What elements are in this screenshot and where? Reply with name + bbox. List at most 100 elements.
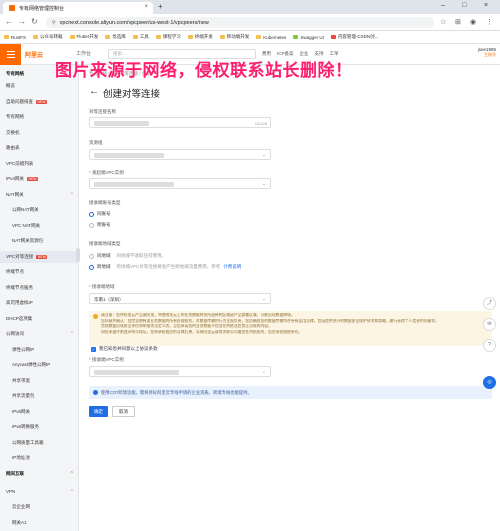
extensions-icon[interactable]: ⊞ (455, 18, 461, 26)
folder-icon (132, 35, 138, 39)
minimize-icon[interactable]: – (441, 2, 445, 9)
bookmark-item[interactable]: RustFS (4, 35, 26, 40)
bookmark-item[interactable]: 内容管理-CSDN创... (330, 34, 378, 40)
close-tab-icon[interactable]: × (144, 4, 148, 10)
chevron-down-icon: ⌄ (261, 151, 266, 158)
chevron-up-icon[interactable]: ⌃ (70, 331, 74, 337)
bookmark-item[interactable]: 移动端开发 (219, 34, 249, 40)
sidebar-item[interactable]: VPC对等连接 NEW (0, 250, 79, 263)
close-window-icon[interactable]: × (484, 2, 488, 9)
folder-icon (155, 35, 161, 39)
confirm-button[interactable]: 确定 (89, 406, 108, 417)
cancel-button[interactable]: 取消 (112, 406, 135, 417)
menu-icon[interactable] (0, 44, 21, 65)
radio-same-account[interactable]: 同账号 (89, 211, 111, 217)
browser-tab[interactable]: 专有网络管理控制台 × (3, 2, 153, 14)
sidebar-item[interactable]: IPv4网关 NEW (0, 173, 79, 185)
initiator-vpc-label: * 发起端VPC实例 (89, 170, 124, 175)
sidebar-item[interactable]: NAT网关资源包 (0, 235, 79, 247)
chevron-up-icon[interactable]: ⌃ (70, 489, 74, 495)
radio-same-region[interactable]: 同地域 同地域不收取任何费用。 (89, 253, 166, 259)
reload-icon[interactable]: ↻ (31, 17, 38, 26)
sidebar-item-label: 网关A1 (12, 519, 27, 525)
sidebar-item-label: 共享带宽 (12, 377, 30, 383)
sidebar-item[interactable]: 高可用虚拟IP (0, 297, 79, 309)
maximize-icon[interactable]: □ (462, 2, 466, 9)
bookmark-item[interactable]: Kubernetes (256, 35, 286, 40)
site-info-icon[interactable]: ⚲ (52, 20, 56, 26)
bookmark-item[interactable]: Flutter开发 (69, 34, 98, 40)
chevron-up-icon[interactable]: ⌃ (70, 192, 74, 198)
user-account[interactable]: jsee1985 主账号 (448, 47, 496, 58)
back-icon[interactable]: ← (5, 17, 13, 26)
bookmark-item[interactable]: 终端开发 (187, 34, 213, 40)
sidebar-item-label: 弹性公网IP (12, 346, 35, 352)
sidebar-item[interactable]: 概览 (0, 80, 79, 92)
radio-icon (89, 253, 94, 259)
sidebar-collapse-handle[interactable] (76, 248, 80, 262)
agree-checkbox[interactable]: ✓ 我已知悉并同意以上协议条款 (91, 346, 158, 352)
radio-cross-account[interactable]: 跨账号 (89, 222, 111, 228)
sidebar-item[interactable]: 专有网络 (0, 111, 79, 123)
chat-icon[interactable]: ✉ (483, 318, 496, 331)
radio-selected-icon (89, 264, 94, 270)
page-title: 创建对等连接 (103, 89, 161, 100)
sidebar-item[interactable]: 路由表 (0, 142, 79, 154)
new-tab-icon[interactable]: + (158, 2, 163, 11)
initiator-vpc-select[interactable]: ⌄ (89, 178, 271, 189)
share-icon[interactable]: ⤴ (483, 297, 496, 310)
sidebar-item[interactable]: VPN ⌃ (0, 486, 79, 498)
recv-vpc-select[interactable]: ⌄ (89, 366, 271, 377)
sidebar-item[interactable]: 终端节点 (0, 266, 79, 278)
billing-link[interactable]: 计费说明 (223, 264, 241, 270)
sidebar-item-label: DHCP选项集 (6, 315, 33, 321)
browser-menu-icon[interactable]: ⋮ (486, 18, 493, 26)
sidebar-item[interactable]: 终端节点服务 (0, 282, 79, 294)
sidebar-item-label: 终端节点 (6, 269, 24, 274)
url-text: vpcnext.console.aliyun.com/vpcpeer/us-we… (59, 19, 209, 26)
recv-vpc-label: * 接收端VPC实例 (89, 357, 124, 362)
compliance-warning: 请注意：您将阿里云产品或阿里，将使得您云上的业务数据将您所选择的区域或产品部署区… (89, 311, 492, 346)
sidebar-item[interactable]: 共享带宽 (0, 375, 79, 387)
sidebar-item[interactable]: IPv6网关 (0, 406, 79, 418)
browser-tab-bar: 专有网络管理控制台 × + – □ × (0, 0, 500, 14)
bookmark-item[interactable]: 优选库 (105, 34, 126, 40)
bookmark-item[interactable]: Swagger UI (293, 35, 324, 40)
bookmark-item[interactable]: 公众号转载 (33, 34, 63, 40)
sidebar-item[interactable]: VPC前缀列表 (0, 158, 79, 170)
sidebar-item[interactable]: IP地址池 (0, 452, 79, 464)
sidebar-item[interactable]: VPC NAT网关 (0, 220, 79, 232)
bookmark-item[interactable]: 工具 (132, 34, 149, 40)
sidebar-item[interactable]: 交换机 (0, 127, 79, 139)
sidebar-item[interactable]: NAT网关 ⌃ (0, 189, 79, 201)
back-arrow-icon[interactable]: ← (89, 86, 99, 97)
bookmarks-bar: RustFS 公众号转载 Flutter开发 优选库 工具 课程学习 终端开发 … (0, 31, 500, 44)
radio-cross-region[interactable]: 跨地域 跨地域VPC对等连接将会产生跨地域流量费用，参考 计费说明 (89, 264, 241, 270)
forward-icon[interactable]: → (18, 17, 26, 26)
bookmark-item[interactable]: 课程学习 (155, 34, 181, 40)
assistant-icon[interactable]: ◎ (483, 376, 496, 389)
profile-icon[interactable]: ◉ (470, 18, 476, 26)
resource-group-select[interactable]: ⌄ (89, 149, 271, 160)
folder-icon (256, 35, 262, 39)
aliyun-logo[interactable]: 阿里云 (25, 50, 43, 59)
sidebar-item[interactable]: 弹性公网IP (0, 344, 79, 356)
chevron-up-icon[interactable]: ⌃ (70, 471, 74, 477)
sidebar-item[interactable]: 共享流量包 (0, 390, 79, 402)
recv-region-select[interactable]: 华南1（深圳） ⌄ (89, 293, 271, 304)
sidebar-item[interactable]: IPv6转换服务 (0, 421, 79, 433)
sidebar-item[interactable]: 云企业网 (0, 501, 79, 513)
name-input[interactable]: 12/128 (89, 117, 271, 128)
sidebar-item[interactable]: 公网质量工具箱 (0, 437, 79, 449)
tab-title: 专有网络管理控制台 (19, 5, 65, 12)
help-icon[interactable]: ? (483, 339, 496, 352)
sidebar-item[interactable]: 公网NAT网关 (0, 204, 79, 216)
url-input[interactable]: ⚲ vpcnext.console.aliyun.com/vpcpeer/us-… (46, 17, 434, 28)
sidebar-item[interactable]: Anycast弹性公网IP (0, 359, 79, 371)
sidebar-item[interactable]: 网关A1 (0, 517, 79, 529)
sidebar-item[interactable]: 自助问题排查 NEW (0, 96, 79, 108)
sidebar-item[interactable]: DHCP选项集 (0, 313, 79, 325)
bookmark-star-icon[interactable]: ☆ (440, 18, 446, 26)
sidebar-item-label: 专有网络 (6, 114, 24, 119)
sidebar-item[interactable]: 公网访问 ⌃ (0, 328, 79, 340)
